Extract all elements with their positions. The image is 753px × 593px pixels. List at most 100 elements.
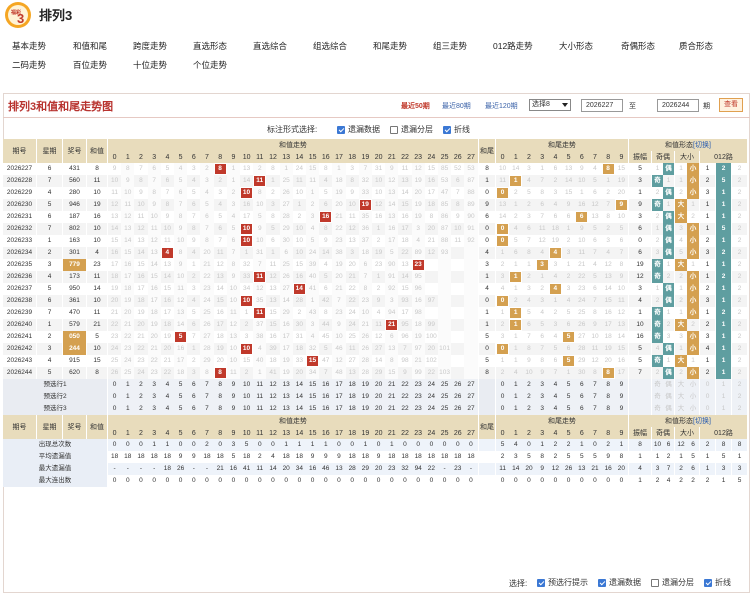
preview-sum-cell[interactable]: 8	[213, 379, 227, 391]
preview-sum-cell[interactable]: 0	[108, 379, 122, 391]
preview-sum-cell[interactable]: 25	[438, 379, 452, 391]
preview-tail-cell[interactable]: 8	[601, 379, 615, 391]
period-select[interactable]: 选择8	[529, 99, 571, 111]
preview-sum-cell[interactable]: 27	[464, 379, 478, 391]
preview-form-cell[interactable]: 奇	[652, 379, 663, 391]
nav-item-7[interactable]: 和尾走势	[373, 40, 407, 52]
checkbox-icon[interactable]	[704, 578, 712, 587]
preview-sum-cell[interactable]: 2	[134, 403, 148, 415]
preview-tail-cell[interactable]: 6	[575, 391, 589, 403]
preview-sum-cell[interactable]: 21	[385, 391, 399, 403]
preview-sum-cell[interactable]: 14	[292, 379, 306, 391]
preview-tail-cell[interactable]: 9	[614, 391, 628, 403]
issue-to-input[interactable]: 2026244	[657, 99, 699, 112]
preview-tail-cell[interactable]: 2	[522, 379, 536, 391]
checkbox-icon[interactable]	[537, 578, 545, 587]
preview-form-cell[interactable]: 0	[700, 379, 715, 391]
switch-link[interactable]: [切换]	[693, 140, 711, 150]
preview-sum-cell[interactable]: 1	[121, 391, 135, 403]
preview-sum-cell[interactable]: 23	[411, 379, 425, 391]
preview-sum-cell[interactable]: 19	[358, 403, 372, 415]
preview-sum-cell[interactable]: 12	[266, 403, 280, 415]
preview-form-cell[interactable]: 小	[687, 403, 699, 415]
preview-form-cell[interactable]: 偶	[663, 391, 674, 403]
issue-from-input[interactable]: 2026227	[581, 99, 623, 112]
preview-sum-cell[interactable]: 2	[134, 379, 148, 391]
preview-sum-cell[interactable]: 7	[200, 403, 214, 415]
preview-sum-cell[interactable]: 9	[226, 403, 240, 415]
preview-tail-cell[interactable]: 5	[562, 403, 576, 415]
nav-item-14[interactable]: 百位走势	[73, 59, 107, 71]
preview-sum-cell[interactable]: 13	[279, 391, 293, 403]
search-button[interactable]: 查看	[719, 98, 743, 112]
preview-sum-cell[interactable]: 10	[240, 403, 254, 415]
preview-sum-cell[interactable]: 22	[398, 403, 412, 415]
nav-item-9[interactable]: 012路走势	[493, 40, 533, 52]
preview-tail-cell[interactable]: 7	[588, 403, 602, 415]
preview-tail-cell[interactable]: 8	[601, 391, 615, 403]
preview-sum-cell[interactable]: 16	[319, 379, 333, 391]
nav-item-16[interactable]: 个位走势	[193, 59, 227, 71]
preview-sum-cell[interactable]: 24	[424, 379, 438, 391]
nav-item-8[interactable]: 组三走势	[433, 40, 467, 52]
preview-sum-cell[interactable]: 5	[174, 403, 188, 415]
preview-sum-cell[interactable]: 11	[253, 379, 267, 391]
preview-tail-cell[interactable]: 1	[509, 379, 523, 391]
preview-sum-cell[interactable]: 27	[464, 403, 478, 415]
preview-form-cell[interactable]: 大	[675, 391, 687, 403]
preview-sum-cell[interactable]: 12	[266, 379, 280, 391]
preview-sum-cell[interactable]: 14	[292, 403, 306, 415]
preview-form-cell[interactable]: 2	[732, 403, 747, 415]
preview-tail-cell[interactable]: 9	[614, 403, 628, 415]
preview-sum-cell[interactable]: 13	[279, 379, 293, 391]
preview-sum-cell[interactable]: 6	[187, 379, 201, 391]
display-option-3[interactable]: 折线	[443, 124, 470, 135]
preview-form-cell[interactable]: 偶	[663, 403, 674, 415]
checkbox-icon[interactable]	[337, 125, 345, 134]
preview-sum-cell[interactable]: 18	[345, 403, 359, 415]
preview-sum-cell[interactable]: 18	[345, 391, 359, 403]
preview-sum-cell[interactable]: 13	[279, 403, 293, 415]
preview-tail-cell[interactable]: 7	[588, 391, 602, 403]
nav-item-13[interactable]: 二码走势	[12, 59, 46, 71]
nav-item-2[interactable]: 和值和尾	[73, 40, 107, 52]
switch-link[interactable]: [切换]	[693, 416, 711, 426]
preview-sum-cell[interactable]: 11	[253, 403, 267, 415]
nav-item-1[interactable]: 基本走势	[12, 40, 46, 52]
preview-tail-cell[interactable]: 4	[548, 391, 562, 403]
preview-sum-cell[interactable]: 16	[319, 403, 333, 415]
nav-item-15[interactable]: 十位走势	[133, 59, 167, 71]
checkbox-icon[interactable]	[443, 125, 451, 134]
preview-sum-cell[interactable]: 3	[147, 391, 161, 403]
preview-form-cell[interactable]: 大	[675, 403, 687, 415]
preview-sum-cell[interactable]: 15	[306, 391, 320, 403]
nav-item-4[interactable]: 直选形态	[193, 40, 227, 52]
footer-option-2[interactable]: 遗漏数据	[598, 577, 641, 588]
preview-sum-cell[interactable]: 17	[332, 403, 346, 415]
preview-sum-cell[interactable]: 27	[464, 391, 478, 403]
quick-80-link[interactable]: 最近80期	[442, 101, 471, 111]
preview-sum-cell[interactable]: 9	[226, 391, 240, 403]
nav-item-6[interactable]: 组选综合	[313, 40, 347, 52]
preview-tail-cell[interactable]: 5	[562, 379, 576, 391]
nav-item-10[interactable]: 大小形态	[559, 40, 593, 52]
preview-sum-cell[interactable]: 14	[292, 391, 306, 403]
preview-sum-cell[interactable]: 24	[424, 391, 438, 403]
preview-sum-cell[interactable]: 0	[108, 391, 122, 403]
preview-sum-cell[interactable]: 3	[147, 379, 161, 391]
preview-form-cell[interactable]: 1	[716, 379, 731, 391]
preview-sum-cell[interactable]: 8	[213, 391, 227, 403]
checkbox-icon[interactable]	[651, 578, 659, 587]
preview-sum-cell[interactable]: 6	[187, 403, 201, 415]
preview-tail-cell[interactable]: 0	[496, 391, 510, 403]
preview-sum-cell[interactable]: 23	[411, 403, 425, 415]
preview-form-cell[interactable]: 奇	[652, 391, 663, 403]
preview-tail-cell[interactable]: 3	[535, 403, 549, 415]
preview-sum-cell[interactable]: 2	[134, 391, 148, 403]
preview-form-cell[interactable]: 0	[700, 391, 715, 403]
preview-sum-cell[interactable]: 16	[319, 391, 333, 403]
preview-sum-cell[interactable]: 23	[411, 391, 425, 403]
preview-sum-cell[interactable]: 24	[424, 403, 438, 415]
preview-sum-cell[interactable]: 0	[108, 403, 122, 415]
preview-form-cell[interactable]: 大	[675, 379, 687, 391]
